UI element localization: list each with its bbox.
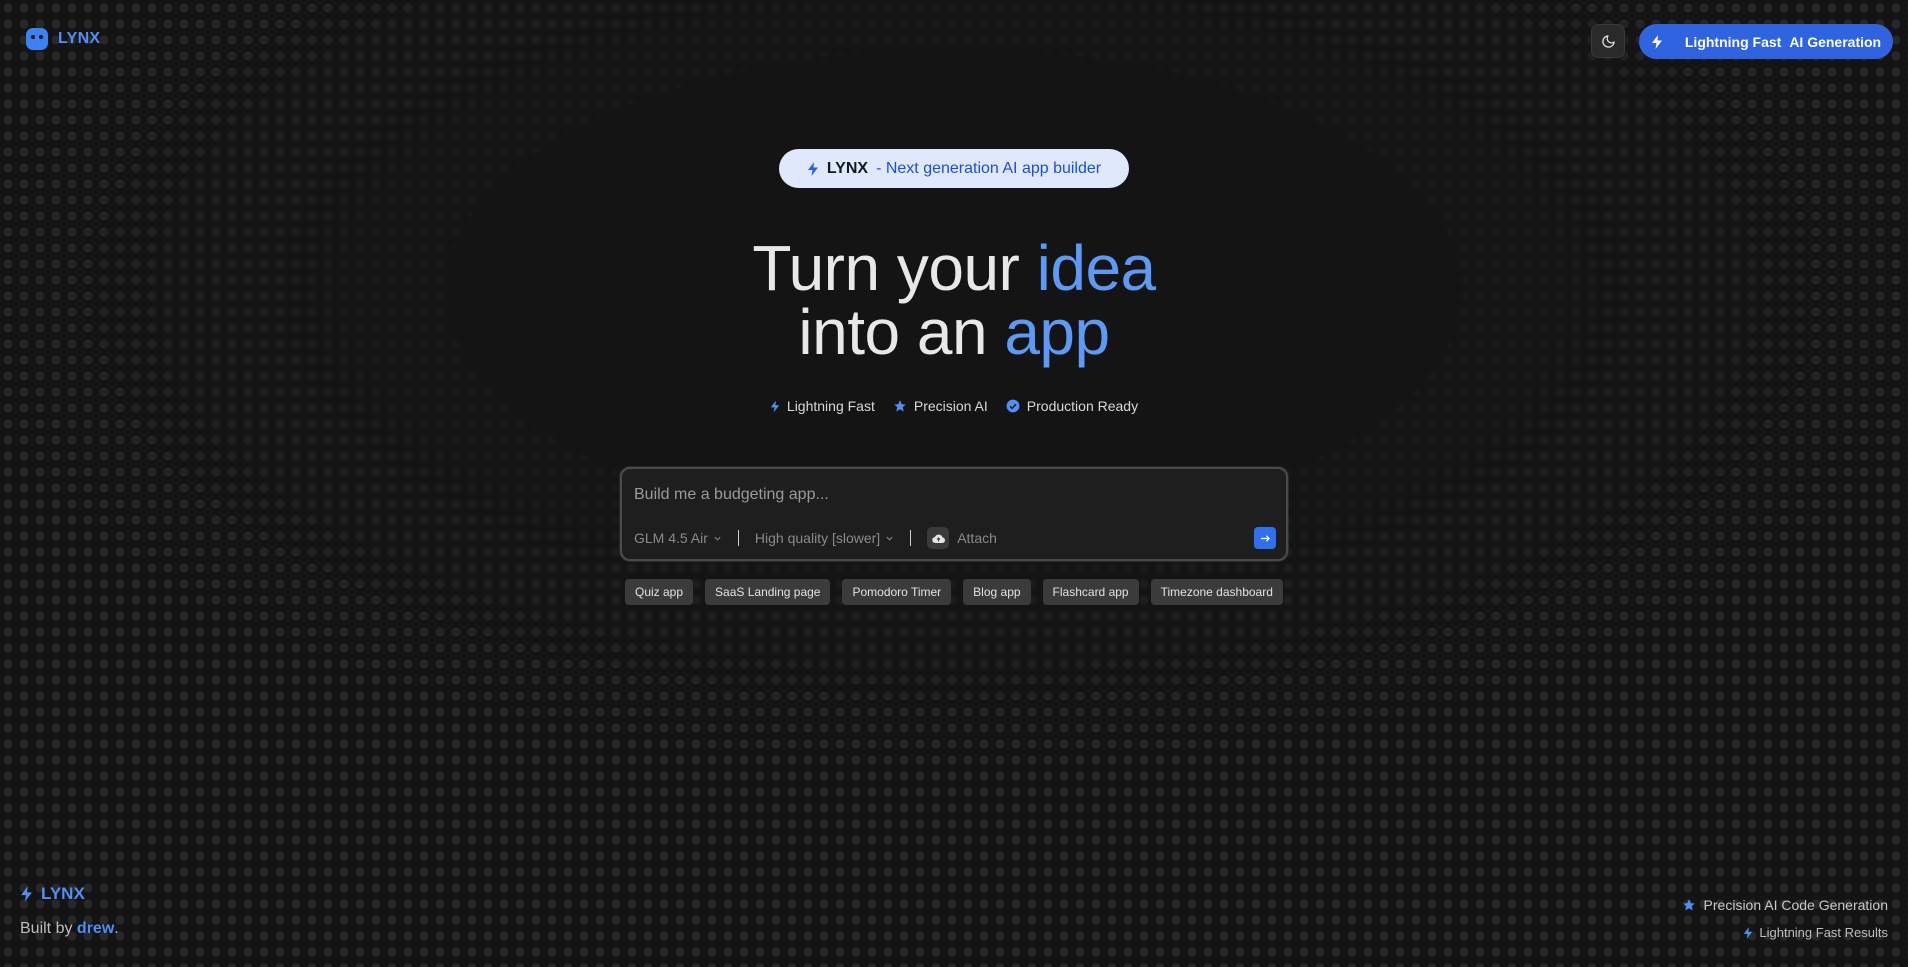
model-select[interactable]: GLM 4.5 Air — [634, 530, 722, 546]
feature-item: Lightning Fast — [770, 398, 875, 414]
footer-logo[interactable]: LYNX — [20, 884, 85, 904]
footer-tagline-precision: Precision AI Code Generation — [1682, 897, 1888, 913]
footer-logo-text: LYNX — [41, 884, 85, 903]
divider — [910, 530, 912, 546]
hero-headline: Turn your idea into an app — [554, 236, 1354, 364]
send-button[interactable] — [1254, 527, 1276, 549]
footer-credit: Built by drew. — [20, 920, 119, 938]
bolt-icon — [20, 886, 33, 902]
chevron-down-icon — [885, 534, 894, 543]
theme-toggle-button[interactable] — [1591, 24, 1625, 58]
badge-brand: LYNX — [826, 159, 869, 177]
bolt-icon — [807, 161, 819, 176]
prompt-input[interactable] — [634, 483, 1234, 507]
cta-button[interactable]: Lightning Fast AI Generation — [1639, 24, 1893, 59]
suggestion-chips: Quiz app SaaS Landing page Pomodoro Time… — [625, 579, 1283, 605]
prompt-toolbar: GLM 4.5 Air High quality [slower] Attach — [634, 525, 1276, 551]
chevron-down-icon — [713, 534, 722, 543]
credit-suffix: . — [114, 920, 119, 937]
cta-label-part2: AI Generation — [1789, 33, 1882, 50]
headline-line2-a: into an — [798, 296, 1005, 368]
feature-item: Production Ready — [1006, 398, 1138, 414]
attach-button[interactable]: Attach — [927, 527, 997, 549]
quality-select-value: High quality [slower] — [754, 530, 881, 546]
header-logo[interactable]: LYNX — [26, 28, 100, 50]
headline-highlight-app: app — [1004, 296, 1110, 368]
chip-flashcard-app[interactable]: Flashcard app — [1042, 579, 1139, 605]
star-icon — [893, 399, 907, 413]
badge-text: - Next generation AI app builder — [876, 159, 1102, 177]
announcement-badge: LYNX - Next generation AI app builder — [779, 149, 1129, 188]
cloud-upload-icon — [927, 527, 950, 549]
headline-highlight-idea: idea — [1036, 232, 1157, 304]
star-icon — [1682, 898, 1696, 912]
model-select-value: GLM 4.5 Air — [634, 530, 708, 546]
cta-label-part1: Lightning Fast — [1684, 33, 1782, 50]
chip-timezone-dashboard[interactable]: Timezone dashboard — [1150, 579, 1283, 605]
divider — [737, 530, 739, 546]
robot-logo-icon — [26, 28, 48, 50]
bolt-icon — [1651, 34, 1663, 49]
chip-quiz-app[interactable]: Quiz app — [625, 579, 694, 605]
feature-label: Production Ready — [1026, 398, 1139, 414]
author-link[interactable]: drew — [77, 920, 114, 937]
headline-line1-a: Turn your — [752, 232, 1037, 304]
chip-blog-app[interactable]: Blog app — [963, 579, 1031, 605]
moon-icon — [1601, 34, 1616, 49]
feature-list: Lightning Fast Precision AI Production R… — [554, 398, 1354, 414]
logo-text: LYNX — [58, 30, 101, 47]
bolt-icon — [770, 400, 780, 413]
tagline-text: Lightning Fast Results — [1759, 925, 1888, 940]
credit-prefix: Built by — [20, 920, 77, 937]
check-badge-icon — [1006, 399, 1020, 413]
feature-label: Precision AI — [913, 398, 988, 414]
feature-label: Lightning Fast — [786, 398, 875, 414]
chip-saas-landing-page[interactable]: SaaS Landing page — [705, 579, 831, 605]
attach-label: Attach — [957, 530, 997, 546]
arrow-right-icon — [1260, 534, 1271, 543]
quality-select[interactable]: High quality [slower] — [755, 530, 894, 546]
bolt-icon — [1743, 926, 1753, 939]
feature-item: Precision AI — [893, 398, 988, 414]
footer-tagline-fast: Lightning Fast Results — [1743, 925, 1888, 940]
chip-pomodoro-timer[interactable]: Pomodoro Timer — [842, 579, 952, 605]
tagline-text: Precision AI Code Generation — [1703, 897, 1888, 913]
prompt-box: GLM 4.5 Air High quality [slower] Attach — [620, 467, 1288, 561]
